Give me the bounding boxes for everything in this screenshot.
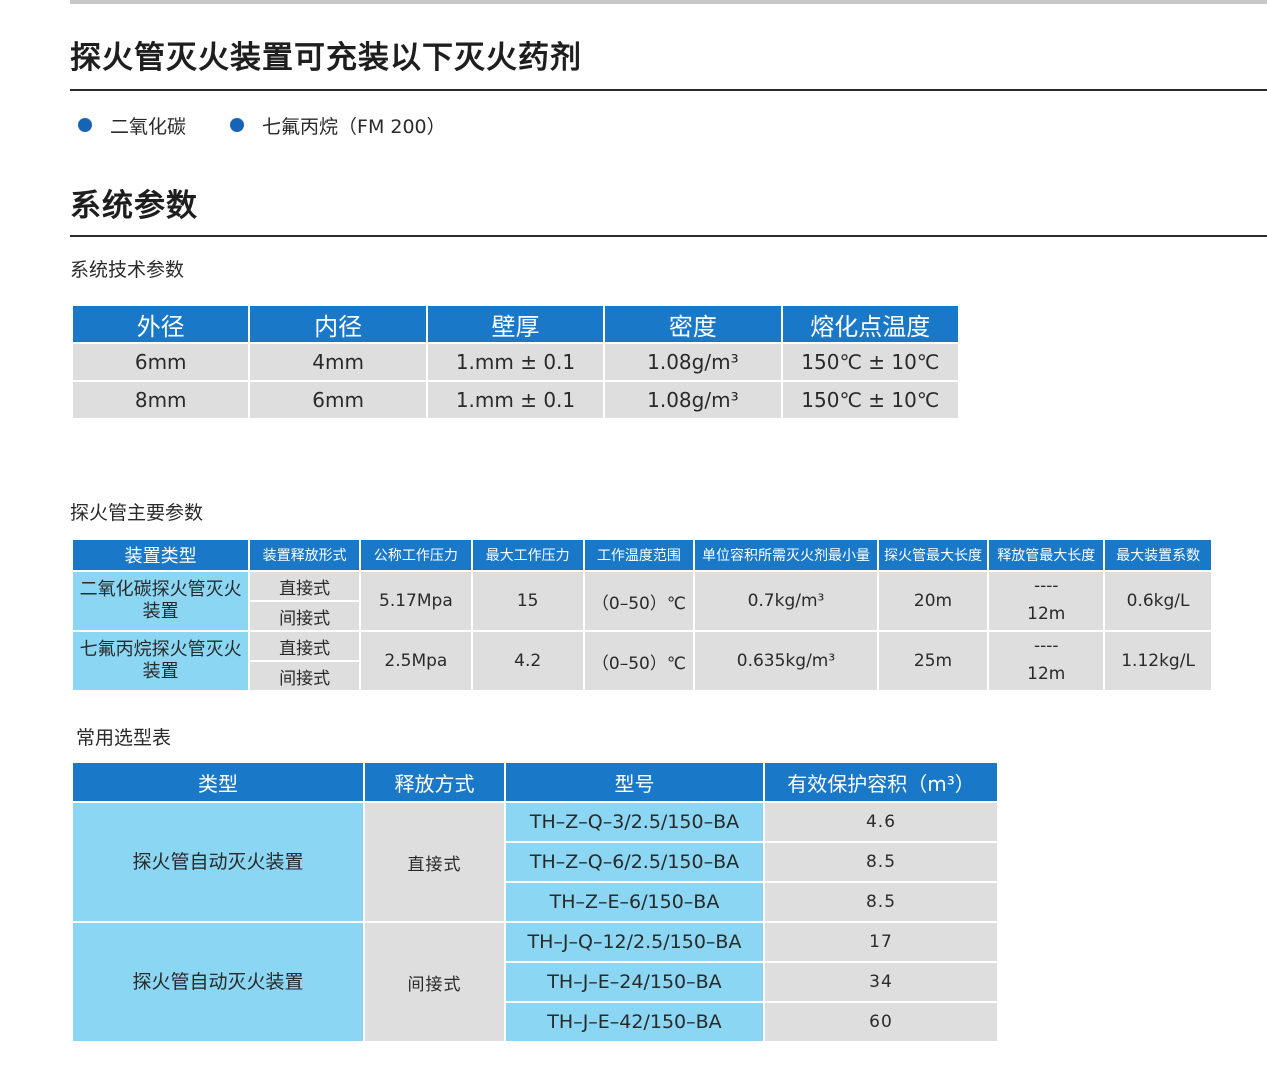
table-row: 6mm 4mm 1.mm ± 0.1 1.08g/m³ 150℃ ± 10℃	[73, 344, 958, 380]
col-header-release-mode: 释放方式	[365, 763, 504, 801]
table-row: 8mm 6mm 1.mm ± 0.1 1.08g/m³ 150℃ ± 10℃	[73, 382, 958, 418]
table-header-row: 外径 内径 壁厚 密度 熔化点温度	[73, 306, 958, 342]
table-header-row: 类型 释放方式 型号 有效保护容积（m³）	[73, 763, 997, 801]
selection-table: 类型 释放方式 型号 有效保护容积（m³） 探火管自动灭火装置 直接式 TH–Z…	[71, 761, 999, 1043]
col-header-wall-thickness: 壁厚	[427, 306, 604, 342]
table-cell: 1.mm ± 0.1	[427, 344, 604, 380]
max-pressure-cell: 15	[472, 572, 583, 630]
col-header-model: 型号	[506, 763, 763, 801]
col-header-release-length: 释放管最大长度	[989, 540, 1104, 570]
volume-cell: 4.6	[765, 803, 997, 841]
release-length-dash: ----	[1034, 576, 1059, 596]
temp-range-cell: （0–50）℃	[584, 632, 694, 690]
device-factor-cell: 1.12kg/L	[1105, 632, 1211, 690]
model-cell: TH–J–Q–12/2.5/150–BA	[506, 923, 763, 961]
model-cell: TH–J–E–24/150–BA	[506, 963, 763, 1001]
min-agent-cell: 0.7kg/m³	[695, 572, 877, 630]
col-header-type: 类型	[73, 763, 363, 801]
max-pressure-cell: 4.2	[472, 632, 583, 690]
table-cell: 1.08g/m³	[605, 344, 781, 380]
table-row: 探火管自动灭火装置 直接式 TH–Z–Q–3/2.5/150–BA 4.6	[73, 803, 997, 921]
col-header-protected-volume: 有效保护容积（m³）	[765, 763, 997, 801]
selection-subtitle: 常用选型表	[76, 727, 172, 749]
agent-item: 二氧化碳	[78, 112, 186, 139]
col-header-melting-temp: 熔化点温度	[782, 306, 958, 342]
bullet-icon	[230, 118, 245, 132]
model-cell: TH–Z–Q–3/2.5/150–BA	[506, 803, 763, 841]
col-header-device-type: 装置类型	[73, 540, 249, 570]
release-mode-cell: 直接式	[250, 572, 359, 600]
type-cell: 探火管自动灭火装置	[73, 803, 363, 921]
agent-item: 七氟丙烷（FM 200）	[230, 112, 446, 139]
col-header-device-factor: 最大装置系数	[1105, 540, 1211, 570]
bullet-icon	[78, 118, 92, 132]
col-header-inner-diameter: 内径	[250, 306, 426, 342]
release-length-value: 12m	[1027, 664, 1066, 684]
table-cell: 6mm	[73, 344, 249, 380]
col-header-density: 密度	[605, 306, 781, 342]
table-cell: 150℃ ± 10℃	[782, 344, 958, 380]
release-length-value: 12m	[1027, 604, 1066, 624]
col-header-min-agent: 单位容积所需灭火剂最小量	[695, 540, 877, 570]
temp-range-cell: （0–50）℃	[584, 572, 694, 630]
model-cell: TH–J–E–42/150–BA	[506, 1003, 763, 1041]
model-cell: TH–Z–E–6/150–BA	[506, 883, 763, 921]
col-header-release-form: 装置释放形式	[250, 540, 359, 570]
release-mode-cell: 直接式	[250, 632, 359, 660]
col-header-temp-range: 工作温度范围	[584, 540, 694, 570]
detector-length-cell: 25m	[878, 632, 988, 690]
table-row: 二氧化碳探火管灭火装置 直接式 5.17Mpa 15 （0–50）℃ 0.7kg…	[73, 572, 1211, 630]
col-header-detector-length: 探火管最大长度	[878, 540, 988, 570]
table-cell: 8mm	[73, 382, 249, 418]
col-header-max-pressure: 最大工作压力	[472, 540, 583, 570]
main-params-subtitle: 探火管主要参数	[70, 502, 204, 524]
device-factor-cell: 0.6kg/L	[1105, 572, 1211, 630]
release-mode-cell: 间接式	[250, 662, 359, 690]
type-cell: 探火管自动灭火装置	[73, 923, 363, 1041]
tech-params-table: 外径 内径 壁厚 密度 熔化点温度 6mm 4mm 1.mm ± 0.1 1.0…	[71, 304, 960, 420]
table-cell: 1.mm ± 0.1	[427, 382, 604, 418]
table-row: 七氟丙烷探火管灭火装置 直接式 2.5Mpa 4.2 （0–50）℃ 0.635…	[73, 632, 1211, 690]
device-type-cell: 二氧化碳探火管灭火装置	[73, 572, 249, 630]
table-cell: 1.08g/m³	[605, 382, 781, 418]
release-mode-cell: 间接式	[365, 923, 504, 1041]
agent-label: 二氧化碳	[110, 115, 187, 138]
main-params-table: 装置类型 装置释放形式 公称工作压力 最大工作压力 工作温度范围 单位容积所需灭…	[71, 538, 1213, 692]
agents-heading-rule	[70, 89, 1267, 91]
volume-cell: 60	[765, 1003, 997, 1041]
nominal-pressure-cell: 2.5Mpa	[361, 632, 471, 690]
volume-cell: 34	[765, 963, 997, 1001]
release-length-cell: ---- 12m	[989, 632, 1104, 690]
table-cell: 150℃ ± 10℃	[782, 382, 958, 418]
table-header-row: 装置类型 装置释放形式 公称工作压力 最大工作压力 工作温度范围 单位容积所需灭…	[73, 540, 1211, 570]
table-row: 探火管自动灭火装置 间接式 TH–J–Q–12/2.5/150–BA 17	[73, 923, 997, 1041]
release-length-dash: ----	[1034, 636, 1059, 656]
min-agent-cell: 0.635kg/m³	[695, 632, 877, 690]
table-cell: 6mm	[250, 382, 426, 418]
params-heading-rule	[70, 235, 1267, 237]
release-length-cell: ---- 12m	[989, 572, 1104, 630]
agent-list: 二氧化碳 七氟丙烷（FM 200）	[78, 112, 490, 138]
col-header-nominal-pressure: 公称工作压力	[361, 540, 471, 570]
volume-cell: 17	[765, 923, 997, 961]
col-header-outer-diameter: 外径	[73, 306, 249, 342]
release-mode-cell: 直接式	[365, 803, 504, 921]
agents-heading: 探火管灭火装置可充装以下灭火药剂	[70, 40, 582, 76]
table-cell: 4mm	[250, 344, 426, 380]
device-type-cell: 七氟丙烷探火管灭火装置	[73, 632, 249, 690]
params-heading: 系统参数	[70, 188, 198, 224]
tech-params-subtitle: 系统技术参数	[70, 259, 185, 281]
top-divider	[70, 0, 1267, 4]
volume-cell: 8.5	[765, 883, 997, 921]
volume-cell: 8.5	[765, 843, 997, 881]
detector-length-cell: 20m	[878, 572, 988, 630]
agent-label: 七氟丙烷（FM 200）	[262, 115, 446, 138]
release-mode-cell: 间接式	[250, 602, 359, 630]
nominal-pressure-cell: 5.17Mpa	[361, 572, 471, 630]
model-cell: TH–Z–Q–6/2.5/150–BA	[506, 843, 763, 881]
